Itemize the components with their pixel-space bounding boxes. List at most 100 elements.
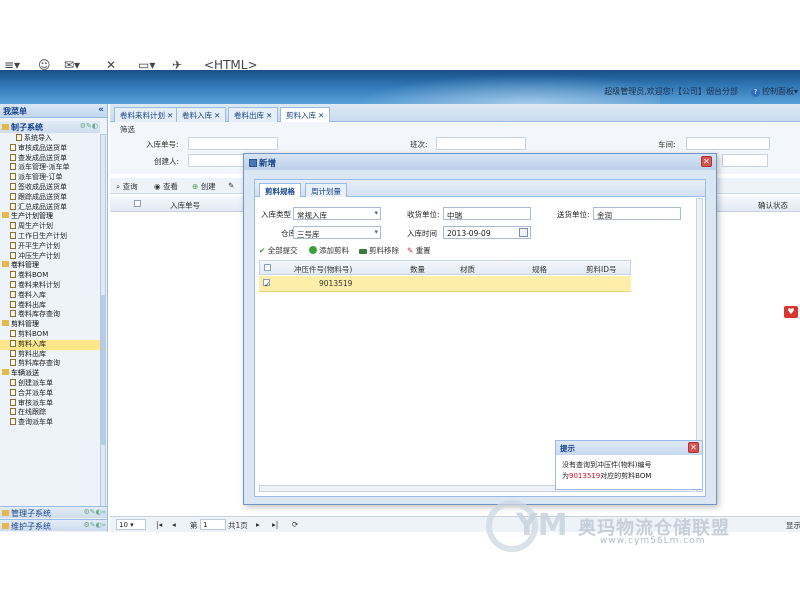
- send-unit-input[interactable]: 金润: [593, 207, 681, 220]
- sidebar-item[interactable]: 审核派车单: [0, 398, 100, 409]
- favorite-badge[interactable]: ♥: [784, 306, 798, 318]
- sidebar-item[interactable]: 查询派车单: [0, 418, 100, 428]
- reset-button[interactable]: ✎ 重置: [407, 245, 431, 256]
- sidebar-item[interactable]: 剪料出库: [0, 349, 100, 360]
- sidebar-item[interactable]: 在线跟踪: [0, 408, 100, 418]
- collapse-icon[interactable]: «: [98, 105, 104, 115]
- control-panel-link[interactable]: ? 控制面板▾: [750, 86, 798, 97]
- sidebar-item[interactable]: 系统导入: [0, 134, 100, 144]
- tab-weekly-plan[interactable]: 周计划量: [305, 183, 347, 197]
- column-part-no[interactable]: 冲压件号(物料号): [294, 264, 352, 275]
- column-spec[interactable]: 规格: [532, 264, 547, 275]
- sidebar-item[interactable]: 卷料库存查询: [0, 310, 100, 320]
- section-tool-icons[interactable]: ⚙✎◐»: [83, 521, 106, 529]
- inbound-type-select[interactable]: 常规入库 ▾: [293, 207, 381, 220]
- last-page-icon[interactable]: ▸|: [272, 520, 278, 529]
- sidebar-item[interactable]: 审核成品送货单: [0, 143, 100, 154]
- view-button[interactable]: ◉ 查看: [154, 181, 178, 192]
- sidebar-scrollbar[interactable]: [100, 134, 106, 514]
- column-quantity[interactable]: 数量: [410, 264, 425, 275]
- sidebar-scroll-thumb[interactable]: [101, 295, 105, 445]
- sidebar-group[interactable]: 车辆派送: [0, 369, 100, 379]
- sidebar-item[interactable]: 签收成品送货单: [0, 182, 100, 193]
- sidebar-item[interactable]: 跟踪成品送货单: [0, 192, 100, 203]
- prev-page-icon[interactable]: ◂: [172, 520, 176, 529]
- calendar-icon[interactable]: [519, 228, 528, 237]
- close-icon[interactable]: ✕: [318, 111, 324, 120]
- edit-icon[interactable]: ✎: [228, 181, 234, 190]
- submit-all-button[interactable]: ✔ 全部提交: [259, 245, 298, 256]
- creator-input[interactable]: [188, 154, 246, 167]
- sidebar-group[interactable]: 生产计划管理: [0, 212, 100, 222]
- close-icon[interactable]: ✕: [214, 111, 220, 120]
- sidebar-section-top[interactable]: 制子系统 ⚙✎◐: [0, 121, 100, 133]
- sidebar-group[interactable]: 卷料管理: [0, 261, 100, 271]
- sidebar-item[interactable]: 剪料BOM: [0, 329, 100, 340]
- sidebar-item[interactable]: 开平生产计划: [0, 241, 100, 252]
- sidebar-item[interactable]: 卷料来料计划: [0, 280, 100, 291]
- workshop-input[interactable]: [686, 137, 770, 150]
- section-tool-icons[interactable]: ⚙✎◐»: [83, 508, 106, 516]
- select-all-checkbox[interactable]: [134, 200, 141, 209]
- tab-coil-incoming-plan[interactable]: 卷料来料计划 ✕: [114, 107, 180, 122]
- tab-cut-inbound[interactable]: 剪料入库 ✕: [280, 107, 331, 122]
- sidebar-title: 我菜单: [3, 107, 27, 116]
- dialog-titlebar[interactable]: 新增: [244, 154, 716, 170]
- receive-unit-input[interactable]: 中瑞: [443, 207, 531, 220]
- control-panel-label: 控制面板▾: [761, 87, 798, 96]
- column-confirm-status[interactable]: 确认状态: [758, 200, 788, 211]
- sidebar-item[interactable]: 派车管理-订单: [0, 173, 100, 183]
- inbound-no-input[interactable]: [188, 137, 278, 150]
- sidebar-item[interactable]: 卷料出库: [0, 300, 100, 311]
- sidebar-item[interactable]: 查发成品送货单: [0, 153, 100, 164]
- section-tool-icons[interactable]: ⚙✎◐: [80, 122, 98, 130]
- add-cut-button[interactable]: 添加剪料: [309, 245, 349, 256]
- notice-close-button[interactable]: ✕: [688, 442, 699, 453]
- table-row[interactable]: ✓ 9013519: [259, 276, 631, 292]
- notice-message: 没有查询到冲压件(物料)编号 为9013519对应的剪料BOM: [562, 460, 651, 482]
- sidebar-bottom-section-1[interactable]: 管理子系统 ⚙✎◐»: [0, 506, 107, 518]
- sidebar-item[interactable]: 剪料入库: [0, 339, 100, 350]
- sidebar-item[interactable]: 汇总成品送货单: [0, 202, 100, 213]
- date-input[interactable]: [722, 154, 768, 167]
- document-icon: [10, 280, 16, 288]
- reset-icon: ✎: [407, 246, 414, 255]
- sidebar-item[interactable]: 创建派车单: [0, 378, 100, 389]
- create-button[interactable]: ⊕ 创建: [192, 181, 216, 192]
- first-page-icon[interactable]: |◂: [156, 520, 162, 529]
- document-icon: [10, 222, 16, 230]
- close-icon[interactable]: ✕: [167, 111, 173, 120]
- column-inbound-no[interactable]: 入库单号: [170, 200, 200, 211]
- sidebar-bottom-section-2[interactable]: 维护子系统 ⚙✎◐»: [0, 519, 107, 531]
- sidebar-item[interactable]: 合并派车单: [0, 388, 100, 399]
- refresh-icon[interactable]: ⟳: [292, 520, 298, 529]
- next-page-icon[interactable]: ▸: [256, 520, 260, 529]
- remove-cut-button[interactable]: 剪料移除: [359, 245, 399, 256]
- shift-input[interactable]: [436, 137, 526, 150]
- sidebar-group[interactable]: 剪料管理: [0, 320, 100, 330]
- sidebar-item[interactable]: 卷料入库: [0, 290, 100, 301]
- folder-icon: [2, 510, 9, 516]
- sidebar-item[interactable]: 剪料库存查询: [0, 359, 100, 369]
- query-button[interactable]: ⌕ 查询: [116, 181, 138, 192]
- tab-coil-outbound[interactable]: 卷料出库 ✕: [228, 107, 279, 122]
- page-size-select[interactable]: 10 ▾: [116, 519, 146, 530]
- sidebar-item[interactable]: 冲压生产计划: [0, 251, 100, 262]
- column-material[interactable]: 材质: [460, 264, 475, 275]
- tab-cut-spec[interactable]: 剪料规格: [259, 183, 301, 197]
- inbound-time-input[interactable]: 2013-09-09: [443, 226, 531, 239]
- row-checkbox[interactable]: ✓: [263, 279, 270, 289]
- tab-label: 卷料出库: [234, 111, 264, 120]
- sidebar-item[interactable]: 卷料BOM: [0, 271, 100, 281]
- column-cut-id[interactable]: 剪料ID号: [586, 264, 617, 275]
- sidebar-item[interactable]: 周生产计划: [0, 222, 100, 232]
- detail-select-all-checkbox[interactable]: [264, 264, 271, 273]
- tab-coil-inbound[interactable]: 卷料入库 ✕: [176, 107, 227, 122]
- sidebar-item[interactable]: 工作日生产计划: [0, 231, 100, 242]
- sidebar-item[interactable]: 派车管理-派车单: [0, 163, 100, 173]
- search-icon: ⌕: [116, 182, 121, 191]
- close-icon[interactable]: ✕: [266, 111, 272, 120]
- page-number-input[interactable]: 1: [200, 519, 226, 530]
- warehouse-select[interactable]: 三号库 ▾: [293, 226, 381, 239]
- dialog-close-button[interactable]: ✕: [701, 156, 712, 167]
